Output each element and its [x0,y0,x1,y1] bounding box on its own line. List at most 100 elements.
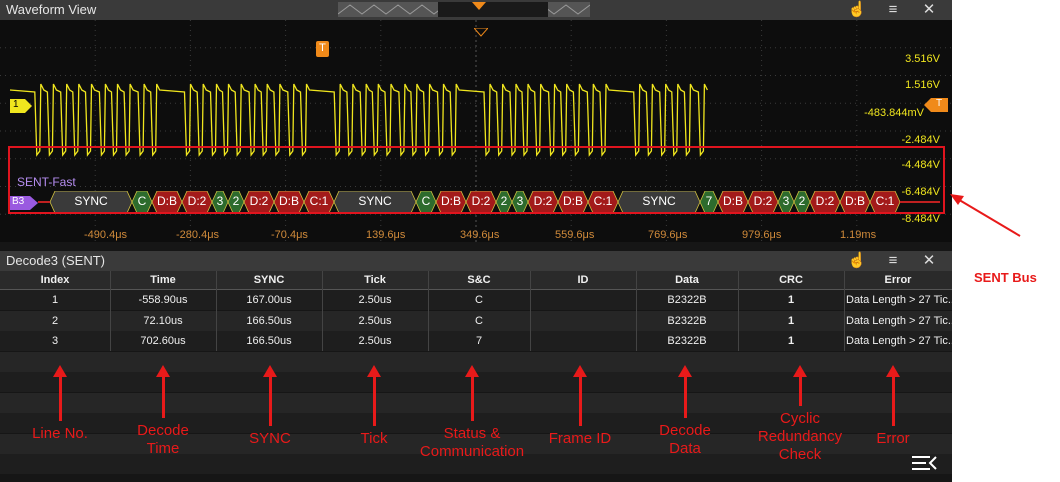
oscilloscope-screen: Waveform View ☝ ≡ ✕ T 1 T 3.516V 1.516V [0,0,952,482]
table-cell [530,331,636,351]
volt-label: 3.516V [905,53,940,65]
touch-icon[interactable]: ☝ [846,0,868,20]
bus-segment[interactable]: 2 [496,191,512,213]
bus-segment[interactable]: C:1 [870,191,900,213]
bus-segment-label: D:B [562,194,583,208]
bus-segment[interactable]: 3 [778,191,794,213]
trigger-level-marker[interactable]: T [924,98,948,112]
bus-segment-label: 2 [500,194,508,208]
column-header[interactable]: Time [110,271,216,289]
column-header[interactable]: ID [530,271,636,289]
time-label: 769.6μs [648,229,688,241]
bus-segment[interactable]: D:B [274,191,304,213]
close-icon[interactable]: ✕ [918,251,940,271]
column-header[interactable]: CRC [738,271,844,289]
annotation-arrow [684,375,687,418]
column-separator [636,271,637,351]
bus-segment-label: SYNC [642,194,676,208]
bus-segment-label: 2 [232,194,240,208]
table-cell: 166.50us [246,335,292,347]
column-header[interactable]: Data [636,271,738,289]
bus-segment[interactable]: D:B [718,191,748,213]
bus-segment[interactable]: 3 [212,191,228,213]
overview-trigger-icon [472,2,486,10]
waveform-area[interactable]: T 1 T 3.516V 1.516V -483.844mV -2.484V -… [0,20,952,242]
table-cell: 72.10us [143,314,183,327]
column-header[interactable]: Index [0,271,110,289]
bus-segment[interactable]: D:B [840,191,870,213]
waveform-overview[interactable] [338,2,590,17]
bus-segment-label: D:2 [249,194,269,208]
table-cell [530,311,636,331]
table-cell: 1 [787,294,795,306]
waveform-title: Waveform View [6,2,97,17]
bus-segment[interactable]: SYNC [618,191,700,213]
bus-segment-label: C:1 [309,194,329,208]
time-label: 139.6μs [366,229,406,241]
waveform-titlebar: Waveform View ☝ ≡ ✕ [0,0,952,20]
column-header[interactable]: Tick [322,271,428,289]
bus-segment-label: C:1 [875,194,895,208]
bus-segment[interactable]: C [132,191,152,213]
time-label: 559.6μs [555,229,595,241]
bus-segment[interactable]: D:2 [528,191,558,213]
table-row[interactable]: 1 -558.90us 167.00us 2.50us C B2322B 1 Data Len… [0,290,952,310]
close-icon[interactable]: ✕ [918,0,940,20]
trigger-pointer-icon [474,28,488,37]
column-header[interactable]: Error [844,271,952,289]
annotation-label: Decode Time [137,422,189,457]
bus-segment[interactable]: D:2 [466,191,496,213]
annotation-arrow [269,375,272,426]
bus-segment[interactable]: C:1 [304,191,334,213]
table-cell: B2322B [667,294,707,306]
volt-label: 1.516V [905,79,940,91]
bus-segment-label: D:2 [533,194,553,208]
annotation-label: Decode Data [659,422,711,457]
bus-segment[interactable]: 3 [512,191,528,213]
annotation-arrow [799,375,802,406]
bus-segment[interactable]: 2 [794,191,810,213]
touch-icon[interactable]: ☝ [846,251,868,271]
bus-segment-label: SYNC [358,194,392,208]
bus-segment[interactable]: D:B [152,191,182,213]
annotation-arrow [892,375,895,426]
bus-segment[interactable]: D:B [436,191,466,213]
bus-segment[interactable]: D:B [558,191,588,213]
time-label: 979.6μs [742,229,782,241]
bus-segment[interactable]: C:1 [588,191,618,213]
table-row[interactable]: 3 702.60us 166.50us 2.50us 7 B2322B 1 Data Leng… [0,331,952,351]
column-separator [216,271,217,351]
menu-icon[interactable]: ≡ [882,251,904,271]
annotation-arrowhead [793,365,807,377]
bus-segment[interactable]: SYNC [50,191,132,213]
table-cell: C [475,314,483,327]
menu-icon[interactable]: ≡ [882,0,904,20]
table-row[interactable]: 2 72.10us 166.50us 2.50us C B2322B 1 Data Lengt… [0,310,952,331]
column-separator [530,271,531,351]
bus-segment[interactable]: SYNC [334,191,416,213]
annotation-arrowhead [465,365,479,377]
volt-label: -2.484V [901,134,940,146]
overview-window[interactable] [438,2,548,17]
bus-segment[interactable]: D:2 [810,191,840,213]
bus-segment[interactable]: D:2 [748,191,778,213]
column-header[interactable]: SYNC [216,271,322,289]
annotation-label: Status & Communication [419,425,525,460]
bus-segment[interactable]: D:2 [244,191,274,213]
trigger-position-marker[interactable]: T [316,41,329,57]
table-cell: 2.50us [358,294,392,306]
annotation-arrow [579,375,582,426]
bus-segment[interactable]: D:2 [182,191,212,213]
sent-bus-annotation: SENT Bus [974,270,1037,285]
table-cell: B2322B [667,314,707,327]
annotation-label: SYNC [249,430,291,447]
bus-decode-row[interactable]: SYNC C D:B D:2 3 2 D:2 D:B C:1 SYNC C D:B D:2 2 3 D:2 D:… [0,191,952,213]
bus-segment[interactable]: 2 [228,191,244,213]
column-header[interactable]: S&C [428,271,530,289]
collapse-panel-icon[interactable] [910,452,938,479]
channel1-level-marker[interactable]: 1 [10,99,32,113]
bus-idle-line [38,201,50,203]
bus-segment[interactable]: 7 [700,191,718,213]
bus-segment-label: 7 [705,194,713,208]
bus-segment[interactable]: C [416,191,436,213]
